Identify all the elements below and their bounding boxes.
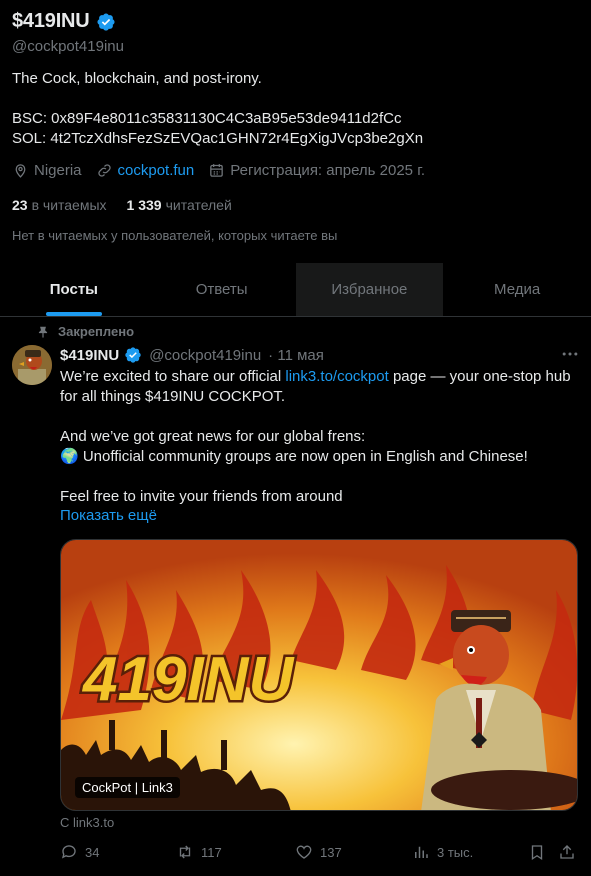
pin-icon	[38, 326, 48, 338]
card-title-badge: CockPot | Link3	[75, 777, 180, 798]
card-image-text: 419INU	[81, 645, 295, 714]
location-text: Nigeria	[34, 162, 82, 179]
followers-count: 1 339	[126, 197, 162, 213]
post-paragraph: We’re excited to share our official link…	[60, 367, 585, 407]
profile-tabs: Посты Ответы Избранное Медиа	[0, 263, 591, 317]
not-followed-note: Нет в читаемых у пользователей, которых …	[12, 228, 338, 243]
post-header: $419INU @cockpot419inu · 11 мая	[60, 346, 324, 364]
profile-meta: Nigeria cockpot.fun Регистрация: апрель …	[12, 162, 439, 179]
share-icon	[560, 845, 574, 859]
link-card[interactable]: 419INU CockPot | Link3	[60, 539, 578, 811]
verified-badge-icon[interactable]	[124, 346, 142, 364]
repost-button[interactable]: 117	[176, 843, 222, 861]
location-item: Nigeria	[12, 162, 82, 179]
post-date[interactable]: · 11 мая	[268, 347, 324, 364]
post-paragraph: 🌍 Unofficial community groups are now op…	[60, 448, 528, 465]
profile-display-name: $419INU	[12, 10, 90, 32]
following-stat[interactable]: 23 в читаемых	[12, 197, 107, 213]
tab-favorites[interactable]: Избранное	[295, 263, 444, 316]
repost-icon	[179, 845, 191, 859]
tab-replies[interactable]: Ответы	[148, 263, 296, 316]
post-text: We’re excited to share our official link…	[60, 367, 585, 507]
tab-label: Избранное	[331, 281, 408, 298]
views-chart-icon	[415, 846, 428, 858]
active-tab-indicator	[45, 312, 102, 316]
following-label: в читаемых	[31, 197, 107, 213]
pinned-label: Закреплено	[58, 324, 135, 339]
heart-icon	[296, 845, 312, 859]
bookmark-icon	[531, 845, 543, 861]
reply-count: 34	[85, 844, 100, 860]
tab-label: Посты	[49, 281, 98, 298]
post-paragraph: Feel free to invite your friends from ar…	[60, 488, 343, 505]
reply-icon	[61, 845, 76, 859]
website-item[interactable]: cockpot.fun	[96, 162, 195, 179]
verified-badge-icon[interactable]	[96, 12, 116, 32]
tab-label: Медиа	[494, 281, 541, 298]
author-avatar[interactable]	[12, 345, 52, 385]
tab-posts[interactable]: Посты	[0, 263, 148, 316]
profile-name-row: $419INU	[12, 10, 116, 33]
tab-label: Ответы	[195, 281, 248, 298]
views-count: 3 тыс.	[437, 844, 474, 860]
like-button[interactable]: 137	[295, 843, 342, 861]
repost-count: 117	[201, 844, 222, 860]
card-image: 419INU	[61, 540, 577, 810]
post-inline-link[interactable]: link3.to/cockpot	[285, 368, 388, 385]
more-options-icon[interactable]	[560, 344, 580, 364]
calendar-icon	[210, 164, 224, 177]
link-icon	[97, 164, 111, 177]
follow-stats: 23 в читаемых 1 339 читателей	[12, 197, 232, 213]
followers-stat[interactable]: 1 339 читателей	[127, 197, 232, 213]
tab-media[interactable]: Медиа	[443, 263, 591, 316]
location-pin-icon	[15, 164, 26, 178]
post-paragraph: And we’ve got great news for our global …	[60, 428, 366, 445]
share-button[interactable]	[558, 843, 576, 861]
following-count: 23	[12, 197, 28, 213]
profile-bio: The Cock, blockchain, and post-irony. BS…	[12, 70, 424, 147]
post-text-span: We’re excited to share our official	[60, 368, 286, 385]
post-actions: 34 117 137 3 тыс.	[60, 843, 580, 863]
show-more-link[interactable]: Показать ещё	[60, 507, 157, 524]
profile-handle: @cockpot419inu	[12, 38, 124, 55]
post-author-handle[interactable]: @cockpot419inu	[149, 347, 261, 364]
website-link[interactable]: cockpot.fun	[118, 162, 195, 179]
joined-item: Регистрация: апрель 2025 г.	[208, 162, 425, 179]
post-author-name[interactable]: $419INU	[60, 347, 119, 364]
rooster-avatar-image	[12, 345, 52, 385]
bookmark-button[interactable]	[528, 843, 546, 861]
reply-button[interactable]: 34	[60, 843, 99, 861]
views-button[interactable]: 3 тыс.	[412, 843, 473, 861]
joined-text: Регистрация: апрель 2025 г.	[230, 162, 426, 179]
card-source[interactable]: С link3.to	[60, 815, 114, 830]
like-count: 137	[320, 844, 342, 860]
followers-label: читателей	[165, 197, 232, 213]
pinned-indicator: Закреплено	[36, 324, 134, 339]
